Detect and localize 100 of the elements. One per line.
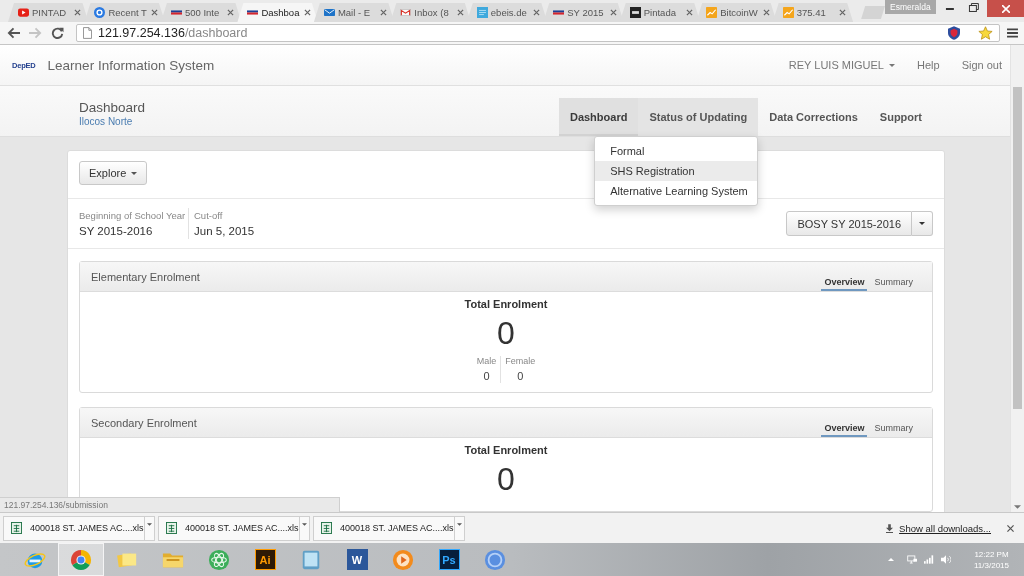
browser-tab[interactable]: ebeis.de	[466, 3, 548, 22]
scrollbar-thumb[interactable]	[1013, 87, 1022, 409]
close-icon[interactable]	[303, 9, 311, 16]
ring-icon	[484, 548, 506, 571]
breakdown-value: 0	[516, 370, 525, 383]
spreadsheet-icon	[166, 522, 177, 534]
field-value: Jun 5, 2015	[194, 225, 255, 237]
close-icon[interactable]	[839, 9, 847, 16]
period-menu-button[interactable]	[912, 211, 933, 236]
total-value: 0	[497, 315, 515, 351]
show-all-downloads-link[interactable]: Show all downloads...	[899, 522, 991, 534]
taskbar-button[interactable]: Ps	[426, 543, 472, 576]
close-icon[interactable]	[533, 9, 541, 16]
signal-bars-icon[interactable]	[924, 555, 934, 564]
caret-icon	[302, 522, 307, 526]
app-title[interactable]: Learner Information System	[47, 57, 215, 73]
menu-item[interactable]: SHS Registration	[595, 161, 758, 181]
taskbar-button[interactable]: W	[334, 543, 380, 576]
close-icon[interactable]	[380, 9, 388, 16]
browser-tab[interactable]: BitcoinW	[696, 3, 777, 22]
taskbar-button[interactable]	[58, 543, 104, 576]
panel-tab[interactable]: Overview	[821, 421, 868, 437]
caret-icon	[131, 171, 138, 175]
total-label: Total Enrolment	[464, 444, 548, 457]
breakdown-label: Female	[505, 356, 536, 367]
download-menu-button[interactable]	[300, 515, 310, 541]
nav-tab[interactable]: Support	[868, 98, 933, 136]
browser-tab[interactable]: PINTAD	[8, 3, 89, 22]
close-icon[interactable]	[150, 9, 158, 16]
total-label: Total Enrolment	[464, 298, 548, 311]
flag-icon	[170, 10, 182, 15]
network-icon[interactable]	[907, 555, 917, 564]
breakdown-label: Male	[476, 356, 497, 367]
reload-icon[interactable]	[51, 27, 64, 39]
close-icon[interactable]	[609, 9, 617, 16]
speaker-icon[interactable]	[941, 555, 951, 564]
menu-icon[interactable]	[1007, 28, 1018, 38]
browser-tab[interactable]: Mail - E	[313, 3, 395, 22]
taskbar-button[interactable]: Ai	[242, 543, 288, 576]
shield-icon[interactable]	[948, 26, 960, 40]
close-icon[interactable]	[686, 9, 694, 16]
field-value: SY 2015-2016	[79, 225, 154, 237]
download-item[interactable]: 400018 ST. JAMES AC....xls	[313, 515, 455, 541]
close-icon[interactable]	[227, 9, 235, 16]
panel-tab[interactable]: Summary	[871, 421, 916, 437]
close-icon[interactable]	[74, 9, 82, 16]
browser-tab[interactable]: 500 Inte	[160, 3, 242, 22]
browser-tab[interactable]: Recent T	[84, 3, 165, 22]
app-logo: Ai	[254, 549, 276, 570]
close-icon[interactable]	[762, 9, 770, 16]
menu-item[interactable]: Formal	[595, 141, 758, 161]
browser-tab[interactable]: SY 2015	[543, 3, 624, 22]
browser-tab[interactable]: Pintada	[619, 3, 701, 22]
nav-tab[interactable]: Dashboard	[558, 98, 639, 136]
nav-link[interactable]: Help	[917, 59, 940, 71]
tile-icon	[476, 7, 488, 18]
back-icon[interactable]	[7, 27, 20, 39]
spreadsheet-icon	[11, 522, 22, 534]
close-icon[interactable]	[456, 9, 464, 16]
download-menu-button[interactable]	[145, 515, 155, 541]
download-menu-button[interactable]	[455, 515, 465, 541]
browser-tab[interactable]: Dashboa	[237, 3, 318, 22]
envelope-icon	[400, 7, 412, 18]
panel-tab[interactable]: Overview	[821, 275, 868, 291]
close-icon[interactable]	[1007, 524, 1014, 532]
nav-link[interactable]: Sign out	[961, 59, 1002, 71]
user-menu[interactable]: REY LUIS MIGUEL	[788, 59, 895, 71]
download-item[interactable]: 400018 ST. JAMES AC....xls	[3, 515, 145, 541]
spreadsheet-icon	[321, 522, 332, 534]
page-title: Dashboard	[79, 100, 146, 116]
download-icon	[886, 523, 894, 533]
close-window-button[interactable]	[987, 0, 1024, 17]
panel-tab[interactable]: Summary	[871, 275, 916, 291]
chart-icon	[706, 7, 718, 18]
star-icon[interactable]	[978, 26, 993, 40]
flag-icon	[553, 10, 565, 15]
ring-icon	[94, 7, 106, 18]
download-item[interactable]: 400018 ST. JAMES AC....xls	[158, 515, 300, 541]
browser-tab[interactable]: Inbox (8	[390, 3, 471, 22]
caret-icon	[147, 522, 152, 526]
tablet-icon	[300, 548, 322, 571]
nav-tab[interactable]: Data Corrections	[758, 98, 869, 136]
address-field[interactable]: 121.97.254.136/dashboard	[76, 24, 1000, 42]
page-icon	[83, 27, 92, 39]
explore-button[interactable]: Explore	[79, 161, 148, 185]
panel-title: Secondary Enrolment	[91, 416, 197, 429]
breakdown-value: 0	[482, 370, 491, 383]
field-label: Cut-off	[194, 210, 224, 221]
period-button[interactable]: BOSY SY 2015-2016	[786, 211, 912, 236]
menu-item[interactable]: Alternative Learning System	[595, 181, 758, 201]
caret-icon	[457, 522, 462, 526]
total-value: 0	[497, 461, 515, 497]
scroll-down-icon[interactable]	[1014, 505, 1021, 509]
panel-title: Elementary Enrolment	[91, 270, 200, 283]
browser-tab[interactable]: 375.41	[772, 3, 854, 22]
app-logo: Ps	[438, 549, 460, 570]
atom-icon	[208, 548, 230, 571]
nav-tab[interactable]: Status of Updating	[638, 98, 759, 136]
link-status-bubble: 121.97.254.136/submission	[0, 497, 340, 512]
caret-up-icon[interactable]	[888, 558, 894, 561]
